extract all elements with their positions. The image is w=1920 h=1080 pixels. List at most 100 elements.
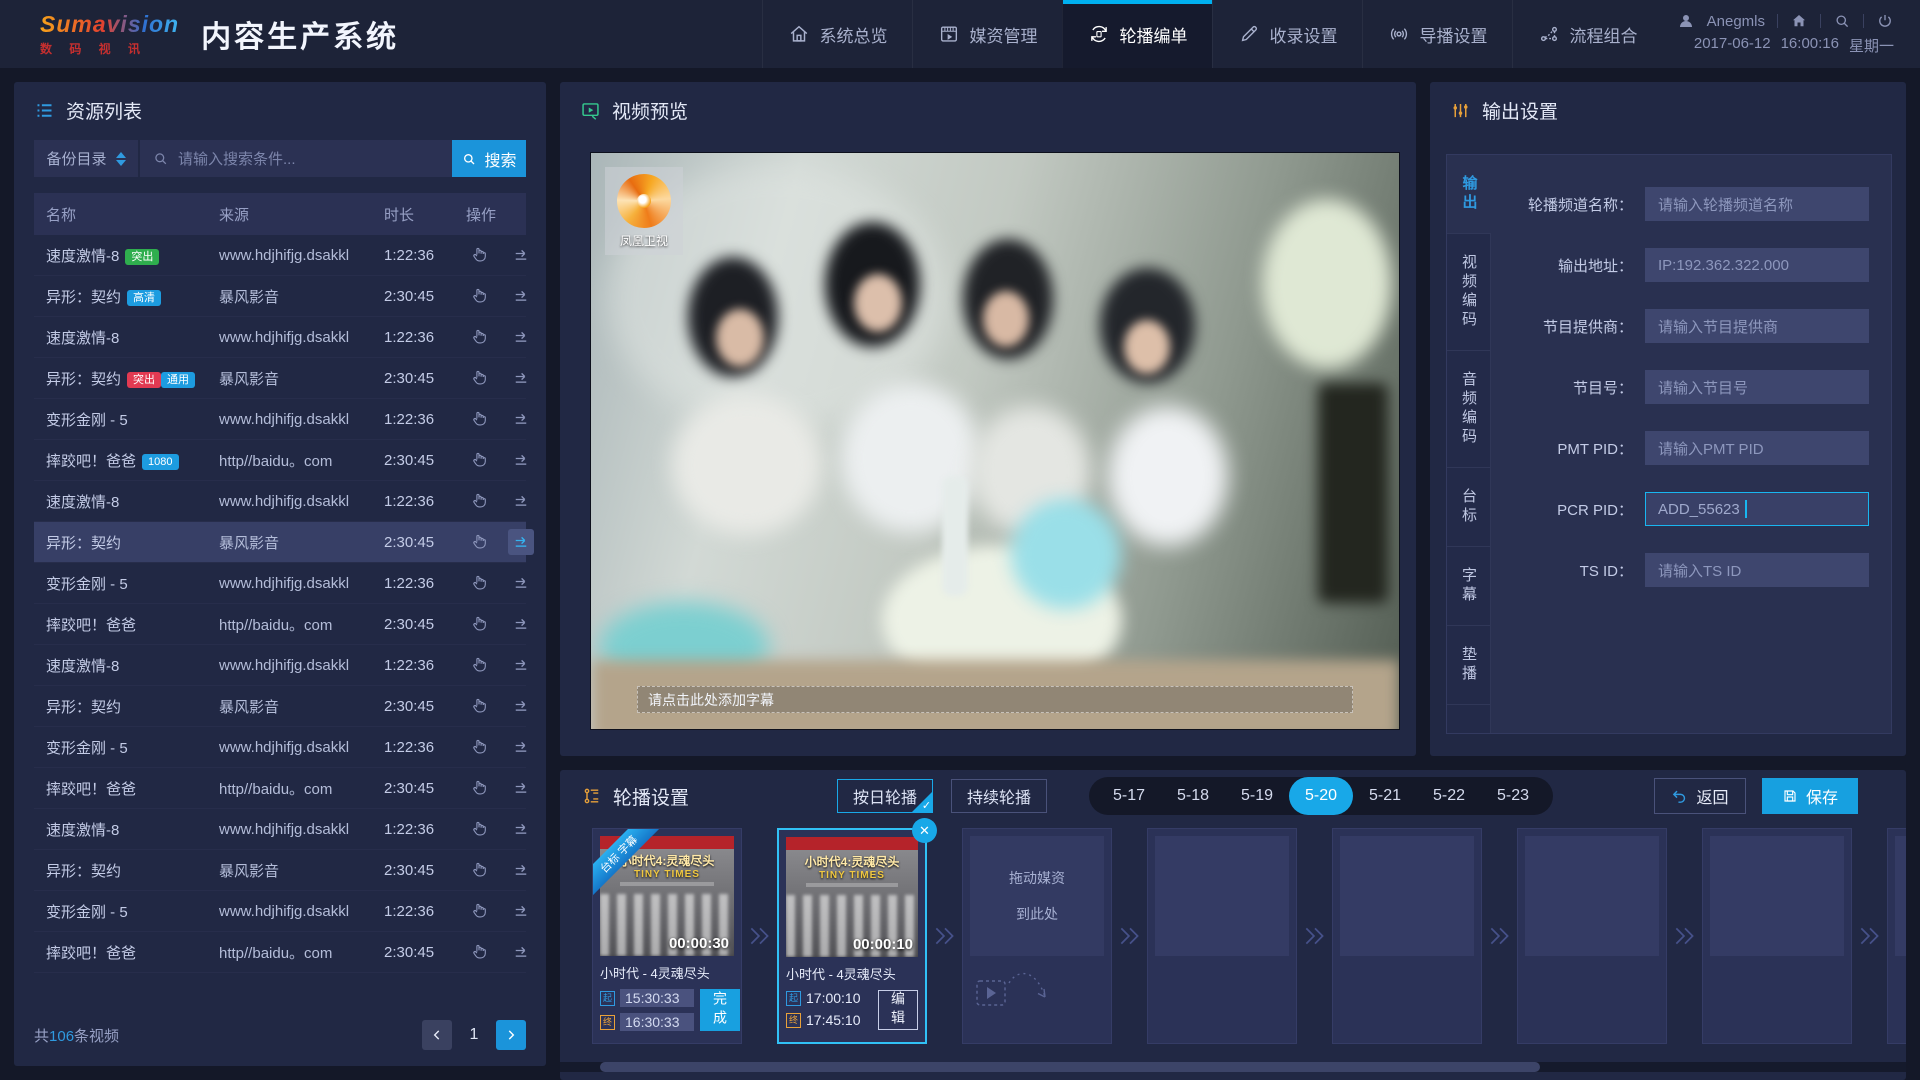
home-shortcut-icon[interactable] (1790, 12, 1808, 30)
back-button[interactable]: 返回 (1654, 778, 1746, 814)
table-row[interactable]: 异形：契约突出通用 暴风影音 2:30:45 (34, 358, 526, 399)
preview-hand-icon[interactable] (466, 447, 492, 473)
preview-hand-icon[interactable] (466, 324, 492, 350)
date-tab-5-18[interactable]: 5-18 (1161, 777, 1225, 815)
output-tab-输出[interactable]: 输出 (1447, 155, 1491, 234)
field-input[interactable]: 请输入轮播频道名称 (1645, 187, 1869, 221)
end-time[interactable]: 17:45:10 (806, 1012, 861, 1028)
preview-hand-icon[interactable] (466, 939, 492, 965)
nav-tab-流程组合[interactable]: 流程组合 (1512, 0, 1662, 68)
preview-hand-icon[interactable] (466, 898, 492, 924)
add-to-playlist-icon[interactable] (508, 324, 534, 350)
field-input[interactable]: 请输入节目号 (1645, 370, 1869, 404)
nav-tab-系统总览[interactable]: 系统总览 (762, 0, 912, 68)
add-to-playlist-icon[interactable] (508, 775, 534, 801)
add-to-playlist-icon[interactable] (508, 488, 534, 514)
table-row[interactable]: 变形金刚 - 5 www.hdjhifjg.dsakkl 1:22:36 (34, 891, 526, 932)
add-to-playlist-icon[interactable] (508, 611, 534, 637)
add-to-playlist-icon[interactable] (508, 447, 534, 473)
date-tab-5-23[interactable]: 5-23 (1481, 777, 1545, 815)
preview-hand-icon[interactable] (466, 488, 492, 514)
table-row[interactable]: 速度激情-8 www.hdjhifjg.dsakkl 1:22:36 (34, 809, 526, 850)
program-card[interactable]: 台标 字幕 小时代4:灵魂尽头 TINY TIMES 00:00:30 小时代 … (592, 828, 742, 1044)
table-row[interactable]: 异形：契约 暴风影音 2:30:45 (34, 522, 526, 563)
field-input[interactable]: ADD_55623 (1645, 492, 1869, 526)
remove-card-button[interactable]: ✕ (912, 818, 937, 843)
add-to-playlist-icon[interactable] (508, 898, 534, 924)
next-page-button[interactable] (496, 1020, 526, 1050)
preview-hand-icon[interactable] (466, 529, 492, 555)
preview-hand-icon[interactable] (466, 406, 492, 432)
table-row[interactable]: 速度激情-8突出 www.hdjhifjg.dsakkl 1:22:36 (34, 235, 526, 276)
preview-hand-icon[interactable] (466, 857, 492, 883)
horizontal-scrollbar[interactable] (560, 1062, 1906, 1072)
add-to-playlist-icon[interactable] (508, 734, 534, 760)
output-tab-垫播[interactable]: 垫播 (1447, 626, 1491, 705)
preview-hand-icon[interactable] (466, 816, 492, 842)
end-time[interactable]: 16:30:33 (620, 1013, 694, 1031)
table-row[interactable]: 速度激情-8 www.hdjhifjg.dsakkl 1:22:36 (34, 645, 526, 686)
prev-page-button[interactable] (422, 1020, 452, 1050)
field-input[interactable]: IP:192.362.322.000 (1645, 248, 1869, 282)
add-to-playlist-icon[interactable] (508, 857, 534, 883)
power-icon[interactable] (1876, 12, 1894, 30)
nav-tab-收录设置[interactable]: 收录设置 (1212, 0, 1362, 68)
add-to-playlist-icon[interactable] (508, 406, 534, 432)
add-to-playlist-icon[interactable] (508, 283, 534, 309)
date-tab-5-22[interactable]: 5-22 (1417, 777, 1481, 815)
nav-tab-轮播编单[interactable]: 轮播编单 (1062, 0, 1212, 68)
add-to-playlist-icon[interactable] (508, 816, 534, 842)
table-row[interactable]: 变形金刚 - 5 www.hdjhifjg.dsakkl 1:22:36 (34, 727, 526, 768)
date-tab-5-21[interactable]: 5-21 (1353, 777, 1417, 815)
search-shortcut-icon[interactable] (1833, 12, 1851, 30)
table-row[interactable]: 摔跤吧！爸爸 http//baidu。com 2:30:45 (34, 604, 526, 645)
table-row[interactable]: 异形：契约 暴风影音 2:30:45 (34, 686, 526, 727)
add-to-playlist-icon[interactable] (508, 939, 534, 965)
preview-hand-icon[interactable] (466, 611, 492, 637)
preview-hand-icon[interactable] (466, 283, 492, 309)
preview-hand-icon[interactable] (466, 242, 492, 268)
add-to-playlist-icon[interactable] (508, 529, 534, 555)
add-to-playlist-icon[interactable] (508, 242, 534, 268)
table-row[interactable]: 摔跤吧！爸爸 http//baidu。com 2:30:45 (34, 932, 526, 973)
search-input[interactable]: 请输入搜索条件... (140, 140, 452, 177)
directory-filter-select[interactable]: 备份目录 (34, 140, 138, 177)
search-button[interactable]: 搜索 (452, 140, 526, 177)
start-time[interactable]: 17:00:10 (806, 990, 861, 1006)
add-to-playlist-icon[interactable] (508, 693, 534, 719)
table-row[interactable]: 异形：契约 暴风影音 2:30:45 (34, 850, 526, 891)
finish-card-button[interactable]: 完成 (700, 989, 740, 1031)
mode-button-按日轮播[interactable]: 按日轮播✓ (837, 779, 933, 813)
subtitle-add-strip[interactable]: 请点击此处添加字幕 (637, 686, 1353, 713)
output-tab-字幕[interactable]: 字幕 (1447, 547, 1491, 626)
field-input[interactable]: 请输入节目提供商 (1645, 309, 1869, 343)
date-tab-5-17[interactable]: 5-17 (1097, 777, 1161, 815)
table-row[interactable]: 速度激情-8 www.hdjhifjg.dsakkl 1:22:36 (34, 481, 526, 522)
add-to-playlist-icon[interactable] (508, 652, 534, 678)
table-row[interactable]: 变形金刚 - 5 www.hdjhifjg.dsakkl 1:22:36 (34, 399, 526, 440)
save-button[interactable]: 保存 (1762, 778, 1858, 814)
date-tab-5-20[interactable]: 5-20 (1289, 777, 1353, 815)
table-row[interactable]: 变形金刚 - 5 www.hdjhifjg.dsakkl 1:22:36 (34, 563, 526, 604)
nav-tab-媒资管理[interactable]: 媒资管理 (912, 0, 1062, 68)
table-row[interactable]: 摔跤吧！爸爸 http//baidu。com 2:30:45 (34, 768, 526, 809)
output-tab-视频编码[interactable]: 视频编码 (1447, 234, 1491, 351)
preview-hand-icon[interactable] (466, 775, 492, 801)
preview-hand-icon[interactable] (466, 734, 492, 760)
scrollbar-thumb[interactable] (600, 1062, 1540, 1072)
add-to-playlist-icon[interactable] (508, 365, 534, 391)
preview-hand-icon[interactable] (466, 365, 492, 391)
add-to-playlist-icon[interactable] (508, 570, 534, 596)
preview-hand-icon[interactable] (466, 652, 492, 678)
edit-card-button[interactable]: 编辑 (878, 990, 918, 1030)
field-input[interactable]: 请输入TS ID (1645, 553, 1869, 587)
nav-tab-导播设置[interactable]: 导播设置 (1362, 0, 1512, 68)
output-tab-台标[interactable]: 台标 (1447, 468, 1491, 547)
table-row[interactable]: 摔跤吧！爸爸1080 http//baidu。com 2:30:45 (34, 440, 526, 481)
table-row[interactable]: 异形：契约高清 暴风影音 2:30:45 (34, 276, 526, 317)
table-row[interactable]: 速度激情-8 www.hdjhifjg.dsakkl 1:22:36 (34, 317, 526, 358)
start-time[interactable]: 15:30:33 (620, 989, 694, 1007)
user-name[interactable]: Anegmls (1707, 13, 1765, 30)
mode-button-持续轮播[interactable]: 持续轮播 (951, 779, 1047, 813)
output-tab-音频编码[interactable]: 音频编码 (1447, 351, 1491, 468)
